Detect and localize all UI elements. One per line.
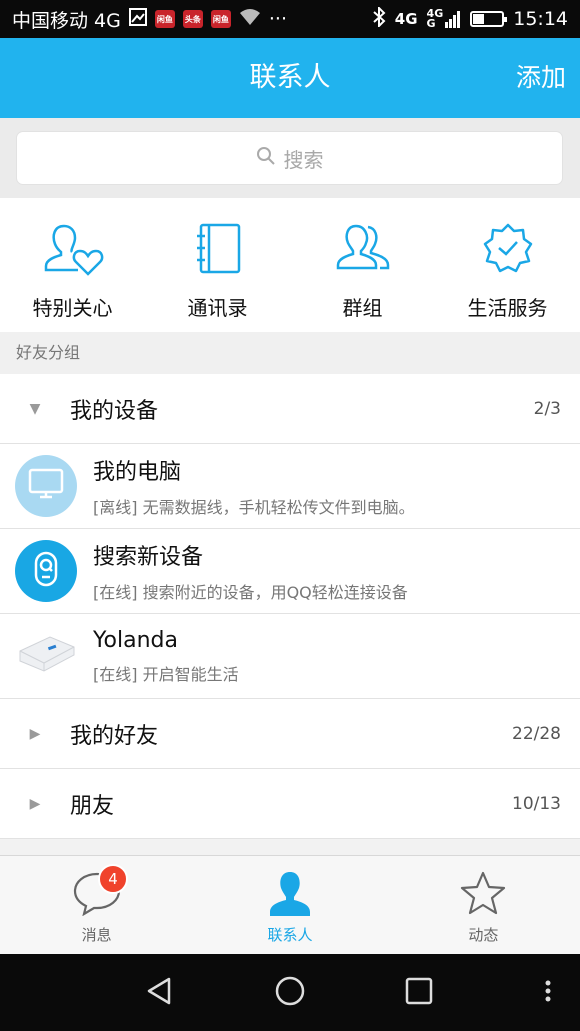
wifi-icon (239, 8, 261, 31)
navigation-bar (0, 954, 580, 1031)
shortcut-label: 通讯录 (187, 296, 248, 320)
group-row-my-friends[interactable]: ▶ 我的好友 22/28 (0, 699, 580, 769)
network-small-bottom: G (426, 17, 436, 30)
tab-label: 动态 (468, 926, 499, 944)
page-title: 联系人 (249, 62, 331, 93)
triangle-right-icon: ▶ (29, 795, 41, 812)
more-vertical-icon (544, 979, 552, 1007)
status-bar: 中国移动 4G 闲鱼 头条 闲鱼 ··· 4G 4G G 15:14 (0, 0, 580, 38)
tab-label: 联系人 (267, 926, 313, 944)
contact-name: 搜索新设备 (93, 545, 204, 570)
bluetooth-icon (372, 5, 386, 32)
shortcut-address-book[interactable]: 通讯录 (145, 198, 290, 332)
contact-status: [离线] 无需数据线，手机轻松传文件到电脑。 (93, 498, 415, 517)
title-bar: 联系人 添加 (0, 38, 580, 118)
more-notifications: ··· (268, 8, 287, 30)
triangle-right-icon: ▶ (29, 725, 41, 742)
triangle-down-icon: ▼ (29, 400, 41, 417)
group-name: 我的设备 (70, 398, 159, 424)
life-service-icon (480, 198, 536, 280)
search-area: 搜索 (0, 118, 580, 198)
tab-messages[interactable]: 4 消息 (0, 856, 193, 954)
network-type: 4G (394, 10, 418, 28)
tab-feed[interactable]: 动态 (387, 856, 580, 954)
contact-icon (265, 856, 315, 920)
device-search-icon (26, 549, 66, 593)
contact-name: 我的电脑 (93, 460, 182, 485)
special-care-icon (42, 198, 104, 280)
home-button[interactable] (260, 954, 320, 1031)
list-item[interactable]: Yolanda [在线] 开启智能生活 (0, 614, 580, 699)
section-label: 好友分组 (0, 332, 580, 374)
search-placeholder: 搜索 (283, 147, 324, 172)
home-icon (274, 975, 306, 1011)
group-name: 朋友 (70, 793, 115, 819)
tab-contacts[interactable]: 联系人 (193, 856, 386, 954)
menu-button[interactable] (530, 954, 566, 1031)
group-count: 22/28 (512, 723, 561, 744)
battery-level (473, 14, 484, 24)
app-notification-icon: 闲鱼 (210, 10, 231, 28)
computer-icon (28, 468, 64, 504)
back-icon (145, 976, 175, 1010)
carrier-label: 中国移动 4G (12, 9, 121, 32)
shortcut-group[interactable]: 群组 (290, 198, 435, 332)
group-row-my-devices[interactable]: ▼ 我的设备 2/3 (0, 374, 580, 444)
gallery-icon (128, 7, 147, 31)
shortcut-label: 群组 (342, 296, 383, 320)
shortcut-life-service[interactable]: 生活服务 (435, 198, 580, 332)
shortcut-label: 特别关心 (32, 296, 113, 320)
group-count: 2/3 (533, 398, 561, 419)
contact-status: [在线] 开启智能生活 (93, 664, 239, 684)
shortcut-bar: 特别关心 通讯录 群组 生活服务 (0, 198, 580, 332)
app-notification-icon: 头条 (182, 10, 203, 28)
list-item[interactable]: 搜索新设备 [在线] 搜索附近的设备，用QQ轻松连接设备 (0, 529, 580, 614)
avatar (15, 540, 77, 602)
group-name: 我的好友 (70, 723, 159, 749)
battery-icon (470, 11, 508, 27)
clock: 15:14 (513, 8, 568, 30)
tab-label: 消息 (81, 926, 112, 944)
back-button[interactable] (130, 954, 190, 1031)
bottom-tab-bar: 4 消息 联系人 动态 (0, 855, 580, 954)
list-item[interactable]: 我的电脑 [离线] 无需数据线，手机轻松传文件到电脑。 (0, 444, 580, 529)
avatar (15, 455, 77, 517)
contact-name: Yolanda (93, 627, 178, 653)
shortcut-special-care[interactable]: 特别关心 (0, 198, 145, 332)
add-button[interactable]: 添加 (516, 38, 566, 118)
smart-scale-icon (16, 629, 76, 683)
group-count: 10/13 (512, 793, 561, 814)
recents-button[interactable] (389, 954, 449, 1031)
search-icon (256, 146, 276, 171)
app-notification-icon: 闲鱼 (154, 10, 175, 28)
avatar (15, 625, 77, 687)
unread-badge: 4 (98, 864, 128, 894)
signal-icon: 4G G (426, 8, 462, 30)
group-row-friends[interactable]: ▶ 朋友 10/13 (0, 769, 580, 839)
address-book-icon (193, 198, 243, 280)
star-icon (458, 856, 508, 920)
shortcut-label: 生活服务 (467, 296, 548, 320)
search-input[interactable]: 搜索 (16, 131, 563, 185)
contact-status: [在线] 搜索附近的设备，用QQ轻松连接设备 (93, 583, 408, 602)
contact-list: ▼ 我的设备 2/3 我的电脑 [离线] 无需数据线，手机轻松传文件到电脑。 搜… (0, 374, 580, 839)
group-icon (332, 198, 394, 280)
recents-icon (404, 976, 434, 1010)
